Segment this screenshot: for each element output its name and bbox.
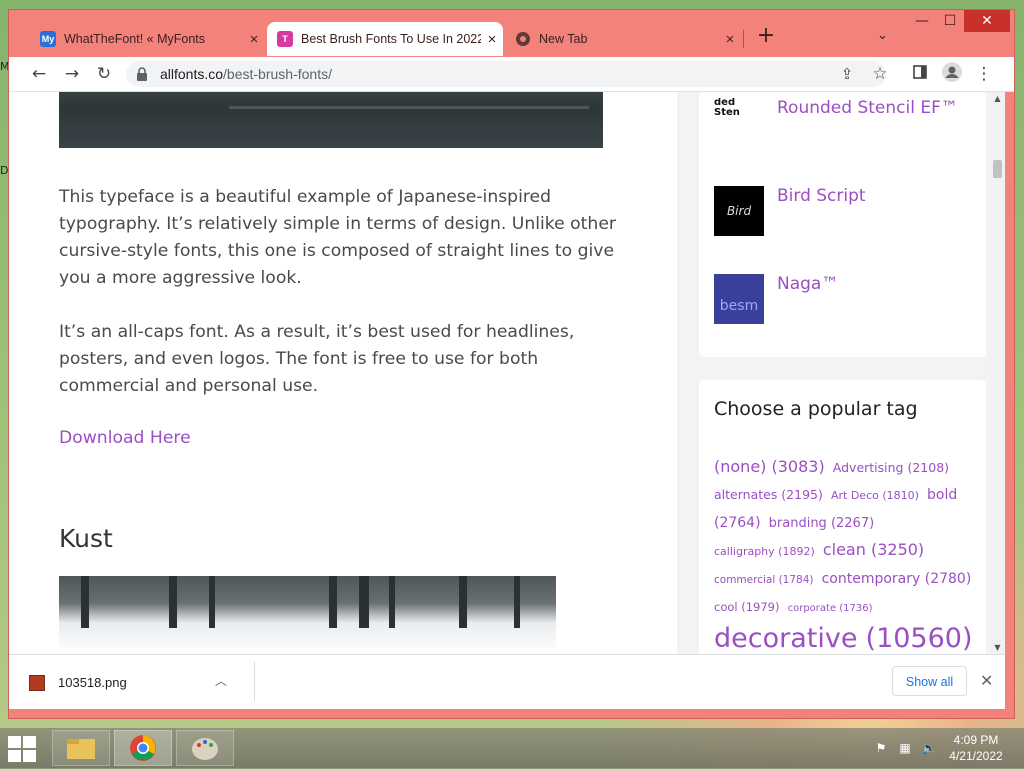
tag-link[interactable]: contemporary (2780): [822, 571, 972, 587]
allfonts-icon: T: [277, 31, 293, 47]
font-item[interactable]: besm Naga™: [714, 274, 984, 326]
url-host: allfonts.co: [160, 66, 224, 82]
close-window-icon[interactable]: ✕: [964, 10, 1010, 32]
clock-date: 4/21/2022: [949, 749, 1003, 763]
show-all-button[interactable]: Show all: [892, 666, 967, 696]
font-item[interactable]: Bird Bird Script: [714, 186, 984, 238]
url-text: allfonts.co/best-brush-fonts/: [160, 66, 332, 82]
scroll-thumb[interactable]: [993, 160, 1002, 178]
font-thumbnail[interactable]: Bird: [714, 186, 764, 236]
myfonts-icon: My: [40, 31, 56, 47]
tag-link[interactable]: commercial (1784): [714, 574, 814, 586]
download-link[interactable]: Download Here: [59, 428, 191, 448]
font-thumb-text: besm: [719, 298, 759, 314]
close-tab-icon[interactable]: ×: [719, 31, 741, 48]
taskbar: ⚑ ▦ 🔈 4:09 PM 4/21/2022: [0, 728, 1024, 768]
network-icon[interactable]: ▦: [897, 741, 913, 755]
tag-link[interactable]: bold: [927, 487, 957, 503]
close-tab-icon[interactable]: ×: [481, 31, 503, 48]
paint-app-icon[interactable]: [176, 730, 234, 766]
url-path: /best-brush-fonts/: [223, 66, 332, 82]
chrome-taskbar-icon[interactable]: [114, 730, 172, 766]
scroll-up-arrow-icon[interactable]: ▲: [990, 94, 1005, 103]
tag-link[interactable]: cool (1979): [714, 600, 780, 614]
article-column: This typeface is a beautiful example of …: [9, 92, 677, 654]
download-shelf: 103518.png ︿ Show all ✕: [9, 654, 1005, 709]
article-image-snow-forest: [59, 576, 556, 654]
desktop-label-d: D: [0, 164, 9, 177]
font-item[interactable]: ded Sten Rounded Stencil EF™: [714, 98, 984, 150]
tag-link[interactable]: decorative: [714, 623, 857, 654]
profile-avatar-icon[interactable]: [940, 62, 964, 86]
menu-kebab-icon[interactable]: ⋮: [972, 62, 996, 86]
article-paragraph-2: It’s an all-caps font. As a result, it’s…: [59, 322, 575, 396]
article-paragraph-1: This typeface is a beautiful example of …: [59, 187, 616, 288]
windows-start-icon[interactable]: [8, 736, 38, 762]
font-name-link[interactable]: Naga™: [777, 274, 838, 294]
tag-link[interactable]: calligraphy (1892): [714, 545, 815, 558]
tab-best-brush-fonts[interactable]: T Best Brush Fonts To Use In 2022 ×: [267, 22, 503, 56]
reload-icon[interactable]: ↻: [92, 62, 116, 86]
page-scrollbar[interactable]: ▲ ▼: [990, 92, 1005, 654]
tab-strip: My WhatTheFont! « MyFonts × T Best Brush…: [9, 10, 1014, 57]
tab-new-tab[interactable]: New Tab ×: [505, 22, 741, 56]
font-thumbnail[interactable]: ded Sten: [714, 98, 764, 148]
tag-link[interactable]: alternates (2195): [714, 487, 823, 502]
action-center-flag-icon[interactable]: ⚑: [873, 741, 889, 755]
sidebar: ded Sten Rounded Stencil EF™ Bird Bird S…: [677, 92, 990, 654]
tab-separator: [743, 30, 744, 48]
tag-link[interactable]: corporate (1736): [788, 603, 873, 614]
font-list-card: ded Sten Rounded Stencil EF™ Bird Bird S…: [699, 92, 986, 357]
font-thumb-text: ded Sten: [714, 98, 740, 118]
shelf-divider: [254, 661, 255, 701]
image-file-icon: [29, 675, 45, 691]
tag-section-title: Choose a popular tag: [714, 398, 918, 420]
close-tab-icon[interactable]: ×: [243, 31, 265, 48]
volume-muted-icon[interactable]: 🔈: [921, 741, 937, 755]
tag-link[interactable]: Art Deco (1810): [831, 489, 919, 502]
back-arrow-icon[interactable]: ←: [27, 62, 51, 86]
page-viewport: This typeface is a beautiful example of …: [9, 92, 1005, 654]
popular-tags-card: Choose a popular tag (none) (3083) Adver…: [699, 380, 986, 654]
new-tab-button[interactable]: +: [753, 24, 779, 50]
tag-link[interactable]: clean (3250): [823, 540, 924, 559]
chrome-icon: [515, 31, 531, 47]
tag-link[interactable]: branding (2267): [769, 516, 875, 531]
font-name-link[interactable]: Rounded Stencil EF™: [777, 98, 958, 118]
tag-link[interactable]: (2764): [714, 515, 761, 531]
tag-cloud: (none) (3083) Advertising (2108) alterna…: [714, 454, 976, 654]
close-shelf-icon[interactable]: ✕: [980, 671, 993, 690]
article-image-dark: [59, 92, 603, 148]
system-clock[interactable]: 4:09 PM 4/21/2022: [940, 732, 1012, 764]
tab-whatthefont[interactable]: My WhatTheFont! « MyFonts ×: [30, 22, 265, 56]
forward-arrow-icon[interactable]: →: [60, 62, 84, 86]
maximize-icon[interactable]: ☐: [935, 10, 965, 32]
font-thumbnail[interactable]: besm: [714, 274, 764, 324]
tag-link[interactable]: (none) (3083): [714, 457, 825, 476]
share-icon[interactable]: ⇪: [835, 62, 859, 86]
download-file-name[interactable]: 103518.png: [58, 675, 127, 690]
tab-search-chevron-icon[interactable]: ⌄: [877, 28, 893, 44]
side-panel-icon[interactable]: [908, 62, 932, 86]
bookmark-star-icon[interactable]: ☆: [868, 62, 892, 86]
minimize-icon[interactable]: —: [907, 10, 937, 32]
browser-toolbar: ← → ↻ allfonts.co/best-brush-fonts/ ⇪ ☆ …: [9, 57, 1014, 92]
scroll-down-arrow-icon[interactable]: ▼: [990, 643, 1005, 652]
section-heading: Kust: [59, 524, 113, 553]
file-explorer-icon[interactable]: [52, 730, 110, 766]
font-thumb-text: Bird: [726, 204, 752, 218]
lock-icon[interactable]: [136, 66, 148, 81]
chevron-up-icon[interactable]: ︿: [215, 672, 227, 689]
font-name-link[interactable]: Bird Script: [777, 186, 866, 206]
tag-link[interactable]: (10560): [866, 623, 973, 654]
tab-title: New Tab: [539, 32, 588, 46]
tag-link[interactable]: Advertising (2108): [833, 460, 949, 475]
tab-title: WhatTheFont! « MyFonts: [64, 32, 206, 46]
tab-title: Best Brush Fonts To Use In 2022: [301, 32, 481, 46]
clock-time: 4:09 PM: [953, 733, 999, 747]
address-bar[interactable]: allfonts.co/best-brush-fonts/: [126, 61, 886, 87]
